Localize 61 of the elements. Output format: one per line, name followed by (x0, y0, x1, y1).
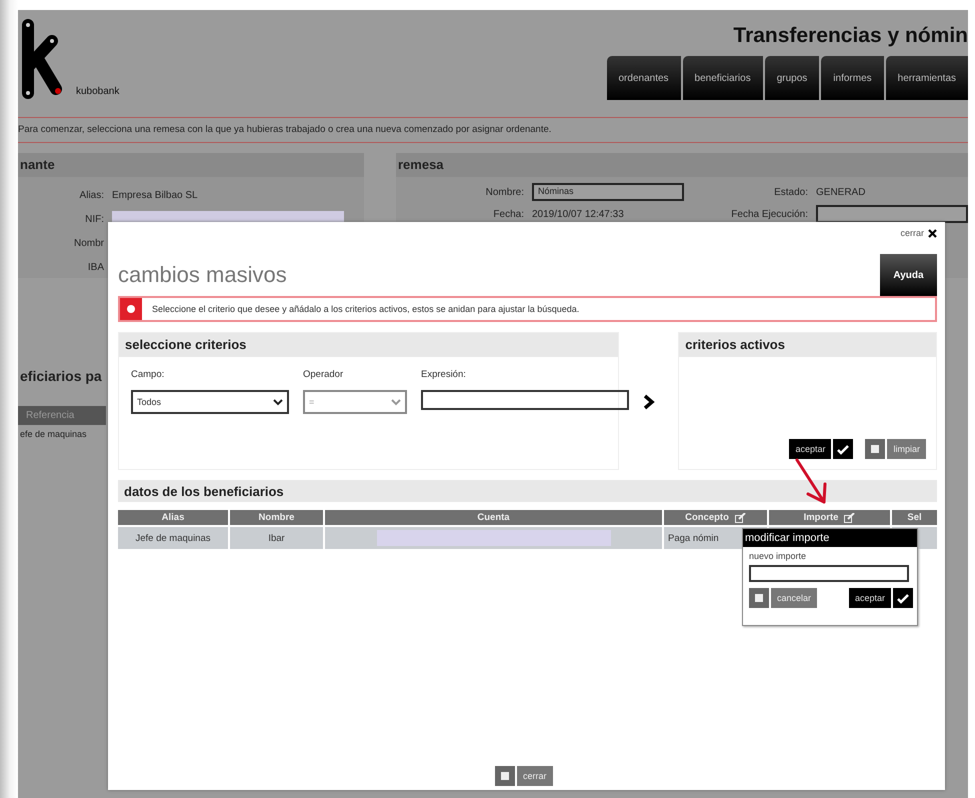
field-label: Estado: (773, 186, 808, 198)
edit-icon[interactable] (734, 512, 746, 522)
field-label: Operador (303, 369, 344, 380)
square-icon (495, 766, 515, 786)
info-message: Para comenzar, selecciona una remesa con la que ya hubieras trabajado o crea una nueva comenzado por asignar ordenante. (18, 117, 968, 143)
panel-title: criterios activos (679, 333, 936, 357)
table-cell-text: efe de maquinas (19, 428, 88, 441)
field-label: Alias: (78, 190, 104, 200)
column-header: Concepto (664, 510, 767, 525)
table-cell: Jefe de maquinas (118, 527, 228, 549)
field-label: Nombr (72, 238, 104, 248)
page-title: Transferencias y nómin (733, 24, 968, 48)
table-cell: Ibar (230, 527, 323, 549)
field-label: Fecha: (492, 208, 524, 220)
column-header: Cuenta (325, 510, 662, 525)
popup-title: modificar importe (743, 529, 917, 547)
dropdown[interactable]: Todos (131, 390, 289, 414)
field-label: Campo: (131, 369, 166, 380)
help-button[interactable]: Ayuda (880, 254, 937, 296)
alert-text: Seleccione el criterio que desee y añádalo a los criterios activos, estos se anidan para ajustar la búsqueda. (152, 304, 580, 314)
input-field[interactable] (421, 390, 629, 410)
input-field[interactable]: Nóminas (532, 183, 684, 201)
field-label: Fecha Ejecución: (730, 208, 808, 220)
dialog-title: cambios masivos (118, 262, 287, 289)
column-header: Nombre (230, 510, 323, 525)
caret-icon (391, 398, 401, 406)
column-header: Alias (118, 510, 228, 525)
alert-icon (120, 298, 142, 320)
nav-tab[interactable]: herramientas (886, 56, 968, 100)
section-title: eficiarios pa (19, 368, 102, 384)
column-header: Referencia (18, 406, 106, 425)
logo-text: kubobank (76, 86, 120, 99)
field-value: GENERAD (816, 186, 866, 198)
square-icon (865, 439, 886, 459)
field-label: Nombre: (484, 186, 524, 198)
field-label: nuevo importe (748, 550, 808, 561)
section-title: datos de los beneficiarios (118, 480, 937, 502)
column-header: Importe (769, 510, 890, 525)
square-icon (749, 588, 769, 608)
column-header: Sel (892, 510, 937, 525)
check-icon (833, 439, 854, 459)
field-label: IBA (86, 262, 104, 272)
close-link[interactable]: cerrar (900, 228, 924, 238)
nav-tab[interactable]: beneficiarios (682, 56, 763, 100)
edit-icon[interactable] (844, 512, 856, 522)
caret-icon (273, 398, 283, 406)
field-value: Empresa Bilbao SL (112, 190, 198, 200)
input-field[interactable] (816, 205, 968, 223)
input-field[interactable] (749, 565, 909, 582)
panel-title: seleccione criterios (119, 333, 618, 357)
field-label: NIF: (84, 214, 104, 224)
field-label: Expresión: (421, 369, 467, 380)
panel-title: remesa (396, 153, 968, 177)
close-icon[interactable] (928, 228, 937, 238)
check-icon (893, 588, 913, 608)
nav-tab[interactable]: ordenantes (606, 56, 681, 100)
field-value: 2019/10/07 12:47:33 (532, 208, 624, 220)
nav-tab[interactable]: grupos (764, 56, 820, 100)
nav-tab[interactable]: informes (821, 56, 884, 100)
chevron-icon[interactable] (642, 394, 655, 410)
panel-title: nante (18, 153, 364, 177)
